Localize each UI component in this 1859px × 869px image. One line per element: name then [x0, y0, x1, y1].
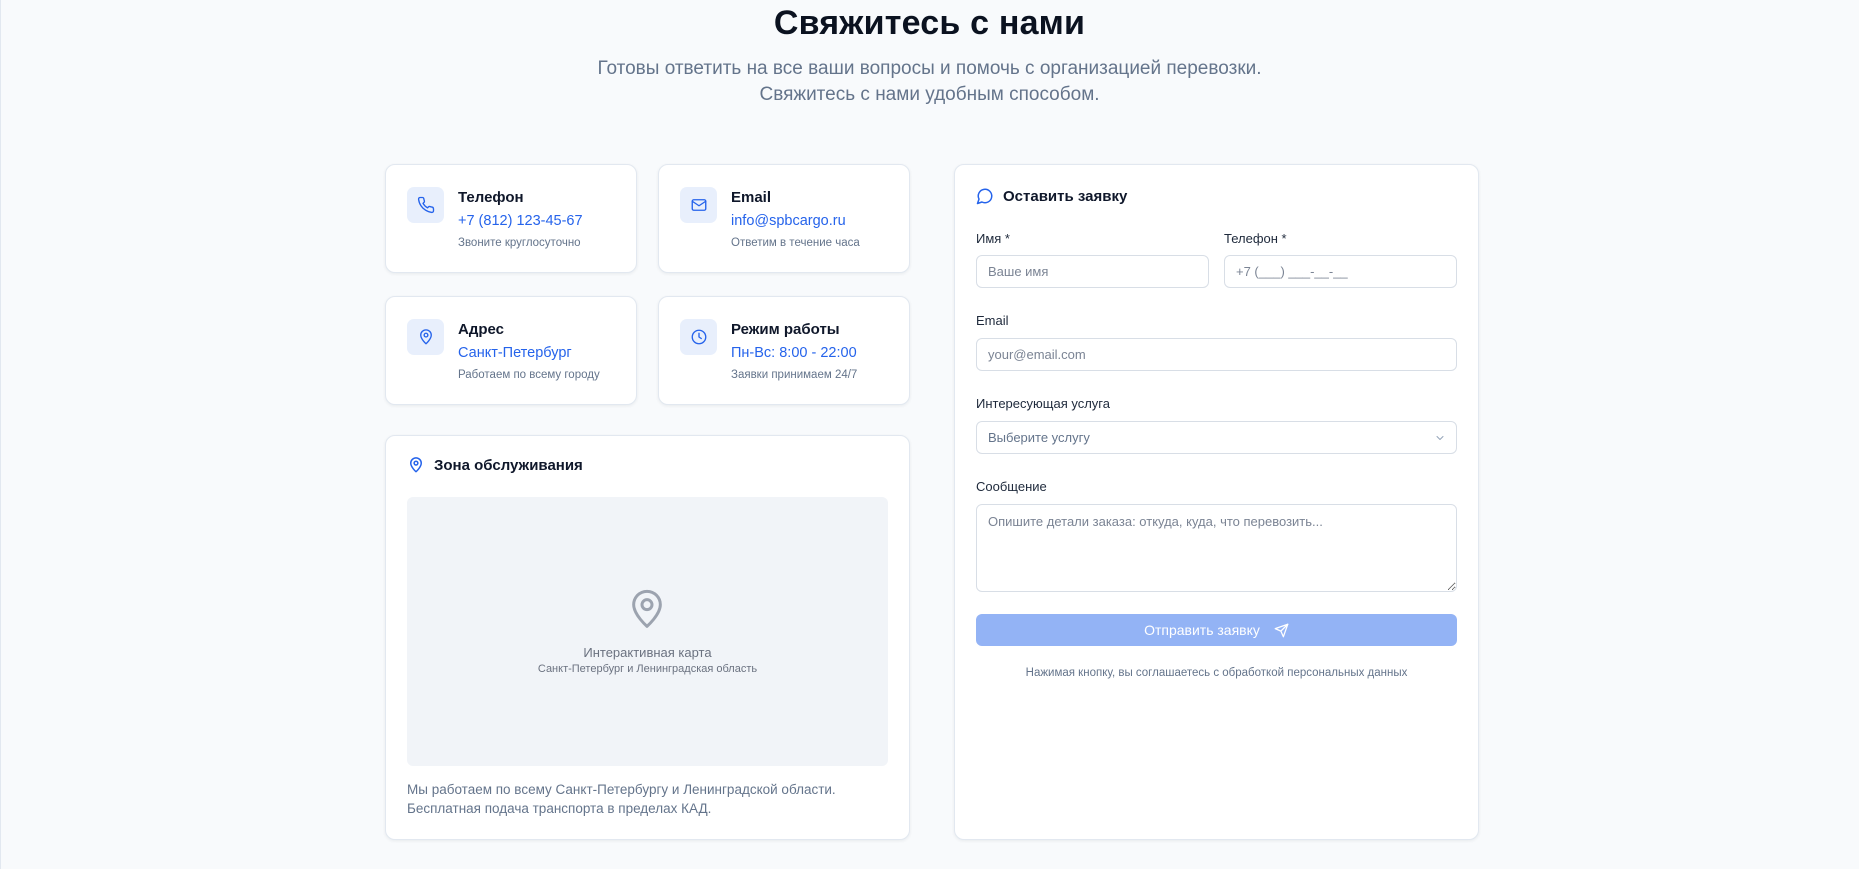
contact-card-address: Адрес Санкт-Петербург Работаем по всему …: [385, 296, 637, 405]
map-subtitle: Санкт-Петербург и Ленинградская область: [537, 663, 758, 675]
contact-phone-link[interactable]: +7 (812) 123-45-67: [458, 213, 583, 229]
consent-note: Нажимая кнопку, вы соглашаетесь с обрабо…: [1025, 667, 1408, 679]
contact-hours-title: Режим работы: [731, 321, 840, 338]
request-form-title: Оставить заявку: [1003, 187, 1128, 205]
contact-card-phone: Телефон +7 (812) 123-45-67 Звоните кругл…: [385, 164, 637, 273]
contact-email-link[interactable]: info@spbcargo.ru: [731, 213, 846, 229]
email-input[interactable]: [976, 338, 1457, 371]
contact-card-email: Email info@spbcargo.ru Ответим в течение…: [658, 164, 910, 273]
send-icon: [1274, 623, 1289, 637]
service-zone-title: Зона обслуживания: [434, 456, 583, 474]
chevron-down-icon: [1436, 436, 1444, 440]
contact-address-value: Санкт-Петербург: [458, 345, 572, 361]
email-label: Email: [976, 313, 1009, 328]
service-select[interactable]: Выберите услугу: [976, 421, 1457, 454]
map-title: Интерактивная карта: [583, 645, 712, 660]
map-pin-icon: [407, 319, 444, 355]
phone-label: Телефон *: [1224, 231, 1287, 246]
contact-phone-note: Звоните круглосуточно: [458, 237, 581, 249]
service-zone-description-line-2: Бесплатная подача транспорта в пределах …: [407, 801, 712, 816]
contact-card-hours: Режим работы Пн-Вс: 8:00 - 22:00 Заявки …: [658, 296, 910, 405]
mail-icon: [680, 187, 717, 223]
contact-address-note: Работаем по всему городу: [458, 369, 600, 381]
message-textarea[interactable]: [976, 504, 1457, 592]
submit-button-label: Отправить заявку: [1144, 622, 1260, 638]
page-subtitle: Готовы ответить на все ваши вопросы и по…: [0, 56, 1859, 108]
service-select-value: Выберите услугу: [988, 430, 1090, 445]
map-pin-icon: [410, 457, 422, 473]
service-zone-description-line-1: Мы работаем по всему Санкт-Петербургу и …: [407, 782, 836, 797]
clock-icon: [680, 319, 717, 355]
service-zone-header: Зона обслуживания: [407, 456, 583, 474]
contact-hours-note: Заявки принимаем 24/7: [731, 369, 858, 381]
request-form-header: Оставить заявку: [976, 187, 1127, 205]
service-label: Интересующая услуга: [976, 396, 1110, 411]
interactive-map[interactable]: Интерактивная карта Санкт-Петербург и Ле…: [407, 497, 888, 766]
name-input[interactable]: [976, 255, 1209, 288]
phone-input[interactable]: [1224, 255, 1457, 288]
message-circle-icon: [976, 188, 993, 205]
submit-request-button[interactable]: Отправить заявку: [976, 614, 1457, 646]
message-label: Сообщение: [976, 479, 1047, 494]
contact-email-note: Ответим в течение часа: [731, 237, 860, 249]
contact-phone-title: Телефон: [458, 189, 524, 206]
phone-icon: [407, 187, 444, 223]
contact-address-title: Адрес: [458, 321, 505, 338]
contact-email-title: Email: [731, 189, 772, 206]
contact-hours-value: Пн-Вс: 8:00 - 22:00: [731, 345, 857, 361]
page-title: Свяжитесь с нами: [773, 4, 1086, 42]
service-zone-card: Зона обслуживания Интерактивная карта Са…: [385, 435, 910, 840]
map-placeholder-pin-icon: [632, 589, 662, 628]
request-form-card: Оставить заявку Имя * Телефон * Email Ин…: [954, 164, 1479, 840]
subtitle-line-1: Готовы ответить на все ваши вопросы и по…: [597, 58, 1262, 79]
subtitle-line-2: Свяжитесь с нами удобным способом.: [759, 84, 1100, 105]
name-label: Имя *: [976, 231, 1010, 246]
page-left-border: [0, 0, 1, 869]
